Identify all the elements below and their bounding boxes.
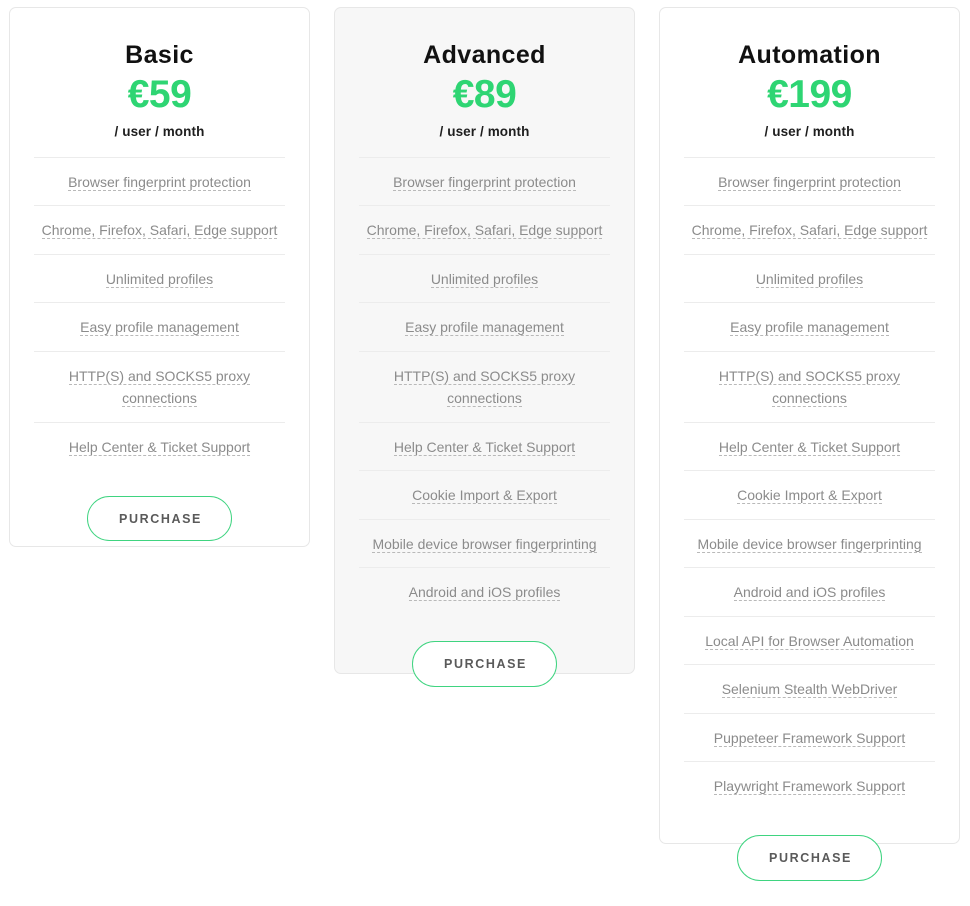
feature-label[interactable]: Help Center & Ticket Support [718,438,901,456]
feature-label[interactable]: Help Center & Ticket Support [68,438,251,456]
feature-label[interactable]: Unlimited profiles [105,270,214,288]
feature-label[interactable]: Chrome, Firefox, Safari, Edge support [691,222,928,240]
feature-item: Selenium Stealth WebDriver [684,665,935,714]
feature-item: HTTP(S) and SOCKS5 proxy connections [34,352,285,423]
feature-list: Browser fingerprint protection Chrome, Fi… [684,156,935,810]
feature-label[interactable]: Unlimited profiles [755,270,864,288]
plan-name: Automation [738,41,881,69]
purchase-button-container: PURCHASE [684,810,935,906]
feature-label[interactable]: Playwright Framework Support [713,778,906,796]
feature-list: Browser fingerprint protection Chrome, Fi… [34,156,285,471]
plan-billing-period: / user / month [764,123,855,139]
feature-label[interactable]: Browser fingerprint protection [68,173,251,191]
feature-label[interactable]: Local API for Browser Automation [705,632,914,650]
feature-item: Cookie Import & Export [684,471,935,520]
pricing-card-advanced: Advanced €89 / user / month Browser fing… [334,7,635,687]
plan-price: €199 [767,72,852,116]
feature-label[interactable]: Cookie Import & Export [412,487,557,505]
feature-item: Browser fingerprint protection [684,158,935,207]
feature-label[interactable]: Puppeteer Framework Support [713,729,906,747]
feature-item: Easy profile management [34,303,285,352]
purchase-button[interactable]: PURCHASE [87,495,232,542]
feature-item: Chrome, Firefox, Safari, Edge support [684,206,935,255]
feature-item: Help Center & Ticket Support [34,423,285,471]
feature-item: Playwright Framework Support [684,762,935,810]
feature-label[interactable]: Help Center & Ticket Support [393,438,576,456]
purchase-button[interactable]: PURCHASE [412,641,557,687]
purchase-button-container: PURCHASE [34,470,285,566]
feature-item: Unlimited profiles [34,255,285,304]
feature-item: Browser fingerprint protection [34,158,285,207]
plan-price: €89 [452,72,517,116]
feature-item: Chrome, Firefox, Safari, Edge support [359,206,610,255]
feature-label[interactable]: Easy profile management [405,319,564,337]
pricing-plans-grid: Basic €59 / user / month Browser fingerp… [0,0,970,881]
feature-item: Help Center & Ticket Support [359,423,610,472]
feature-label[interactable]: Android and iOS profiles [408,584,561,602]
feature-item: Android and iOS profiles [684,568,935,617]
pricing-card-header: Automation €199 / user / month [684,8,935,157]
feature-item: Mobile device browser fingerprinting [684,520,935,569]
feature-label[interactable]: HTTP(S) and SOCKS5 proxy connections [393,367,576,408]
purchase-button-container: PURCHASE [359,616,610,712]
pricing-card-header: Advanced €89 / user / month [359,8,610,157]
feature-label[interactable]: Easy profile management [80,319,239,337]
pricing-card-header: Basic €59 / user / month [34,8,285,157]
feature-label[interactable]: Browser fingerprint protection [393,173,576,191]
feature-label[interactable]: Unlimited profiles [430,270,539,288]
feature-label[interactable]: HTTP(S) and SOCKS5 proxy connections [718,367,901,408]
feature-item: Puppeteer Framework Support [684,714,935,763]
feature-item: Cookie Import & Export [359,471,610,520]
feature-label[interactable]: Chrome, Firefox, Safari, Edge support [366,222,603,240]
feature-item: Unlimited profiles [684,255,935,304]
feature-label[interactable]: Android and iOS profiles [733,584,886,602]
feature-item: Mobile device browser fingerprinting [359,520,610,569]
plan-price: €59 [127,72,192,116]
feature-item: Easy profile management [684,303,935,352]
feature-item: Android and iOS profiles [359,568,610,616]
feature-item: Local API for Browser Automation [684,617,935,666]
plan-billing-period: / user / month [114,123,205,139]
feature-item: Easy profile management [359,303,610,352]
purchase-button[interactable]: PURCHASE [737,835,882,881]
feature-label[interactable]: Cookie Import & Export [737,487,882,505]
feature-label[interactable]: Mobile device browser fingerprinting [372,535,597,553]
feature-label[interactable]: HTTP(S) and SOCKS5 proxy connections [68,367,251,408]
feature-list: Browser fingerprint protection Chrome, Fi… [359,156,610,616]
feature-label[interactable]: Browser fingerprint protection [718,173,901,191]
feature-item: HTTP(S) and SOCKS5 proxy connections [359,352,610,423]
feature-label[interactable]: Chrome, Firefox, Safari, Edge support [41,222,278,240]
feature-label[interactable]: Selenium Stealth WebDriver [721,681,898,699]
feature-label[interactable]: Easy profile management [730,319,889,337]
feature-item: Chrome, Firefox, Safari, Edge support [34,206,285,255]
pricing-card-basic: Basic €59 / user / month Browser fingerp… [9,7,310,547]
plan-billing-period: / user / month [439,123,530,139]
feature-item: HTTP(S) and SOCKS5 proxy connections [684,352,935,423]
feature-item: Browser fingerprint protection [359,158,610,207]
pricing-card-automation: Automation €199 / user / month Browser f… [659,7,960,881]
feature-label[interactable]: Mobile device browser fingerprinting [697,535,922,553]
plan-name: Basic [125,41,194,69]
feature-item: Help Center & Ticket Support [684,423,935,472]
plan-name: Advanced [423,41,546,69]
feature-item: Unlimited profiles [359,255,610,304]
